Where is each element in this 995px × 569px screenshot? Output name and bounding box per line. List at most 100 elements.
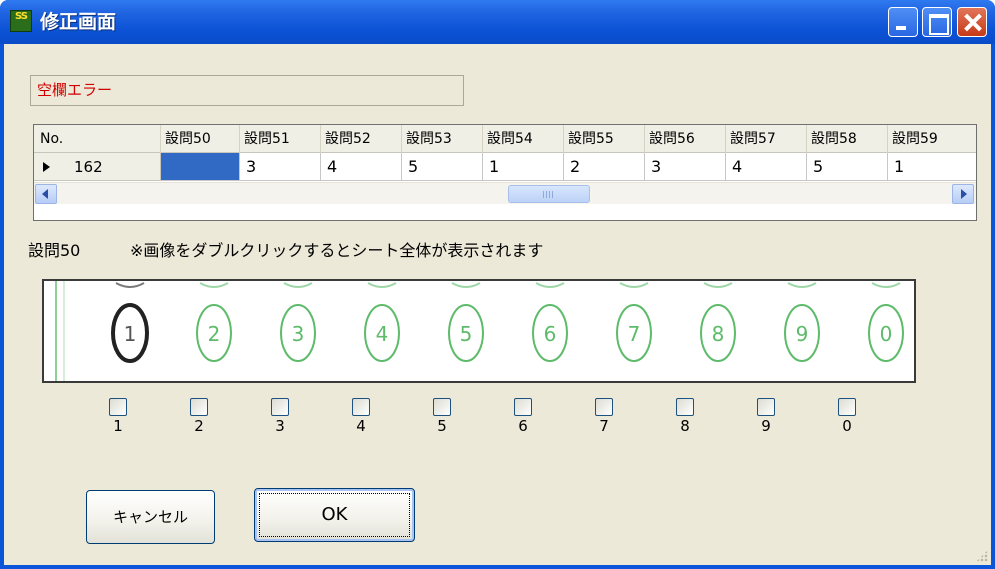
grid-cell[interactable] [161,153,240,181]
answer-checkbox[interactable]: 5 [431,398,455,442]
checkbox-label: 7 [599,417,609,435]
minimize-icon[interactable] [888,7,918,37]
checkbox-box[interactable] [595,398,613,416]
grid-column-header[interactable]: 設問56 [645,125,726,153]
bubble-arc [367,282,397,288]
grid-column-header[interactable]: 設問50 [161,125,240,153]
scroll-right-button[interactable] [952,184,974,204]
bubble-arc [115,282,145,288]
maximize-icon[interactable] [922,7,952,37]
arrow-right-icon [961,189,967,199]
checkbox-box[interactable] [352,398,370,416]
answer-checkbox[interactable]: 8 [674,398,698,442]
answer-checkbox[interactable]: 0 [836,398,860,442]
grid-cell[interactable]: 1 [888,153,976,181]
checkbox-box[interactable] [676,398,694,416]
grid-column-header[interactable]: 設問52 [321,125,402,153]
bubble-arc [199,282,229,288]
bubble-digit: 5 [460,322,473,346]
grid-cell[interactable]: 5 [807,153,888,181]
bubble-arc [535,282,565,288]
title-bar[interactable]: SS 修正画面 [0,0,995,44]
checkbox-label: 4 [356,417,366,435]
bubble-arc [787,282,817,288]
bubble-arc [703,282,733,288]
grid-column-header[interactable]: 設問51 [240,125,321,153]
checkbox-label: 2 [194,417,204,435]
question-label: 設問50 [28,241,81,260]
checkbox-box[interactable] [514,398,532,416]
bubble-digit: 8 [712,322,725,346]
bubble-digit: 1 [124,322,137,346]
bubble-arc [451,282,481,288]
grid-cell[interactable]: 4 [726,153,807,181]
grid-cell[interactable]: 4 [321,153,402,181]
grip-icon [543,191,555,198]
cancel-button[interactable]: キャンセル [86,490,215,544]
grid-cell[interactable]: 3 [645,153,726,181]
arrow-left-icon [42,189,48,199]
dialog-window: SS 修正画面 空欄エラー No. 設問50 設問51 設問52 設問53 設問… [0,0,995,569]
row-header[interactable]: 162 [34,153,161,181]
checkbox-label: 1 [113,417,123,435]
bubble-digit: 6 [544,322,557,346]
bubble-digit: 7 [628,322,641,346]
grid-column-header[interactable]: 設問54 [483,125,564,153]
bubble-arc [871,282,901,288]
bubble-digit: 0 [880,322,893,346]
answer-checkbox[interactable]: 3 [269,398,293,442]
focus-rectangle [259,493,410,537]
answer-sheet-image[interactable]: 1 2 3 4 5 6 7 8 9 0 [42,279,916,383]
answer-checkbox[interactable]: 7 [593,398,617,442]
grid-column-header[interactable]: 設問59 [888,125,976,153]
checkbox-box[interactable] [433,398,451,416]
grid-header-no: No. [34,125,161,153]
grid-column-header[interactable]: 設問53 [402,125,483,153]
grid-cell[interactable]: 2 [564,153,645,181]
grid-cell[interactable]: 1 [483,153,564,181]
bubble-digit: 4 [376,322,389,346]
answer-sheet-bubbles: 1 2 3 4 5 6 7 8 9 0 [55,281,904,381]
grid-cell[interactable]: 3 [240,153,321,181]
table-row[interactable]: 162 3 4 5 1 2 3 4 5 1 [34,153,976,181]
checkbox-label: 3 [275,417,285,435]
bubble-arc [619,282,649,288]
grid-column-header[interactable]: 設問58 [807,125,888,153]
checkbox-box[interactable] [757,398,775,416]
checkbox-box[interactable] [190,398,208,416]
close-icon[interactable] [957,7,987,37]
row-number: 162 [74,158,103,176]
grid-column-header[interactable]: 設問57 [726,125,807,153]
resize-grip-icon[interactable] [976,550,988,562]
scroll-thumb[interactable] [508,185,590,203]
checkbox-box[interactable] [838,398,856,416]
checkbox-box[interactable] [109,398,127,416]
bubble-digit: 9 [796,322,809,346]
checkbox-label: 8 [680,417,690,435]
answer-checkbox[interactable]: 1 [107,398,131,442]
answer-checkbox[interactable]: 4 [350,398,374,442]
bubble-digit: 2 [208,322,221,346]
checkbox-label: 0 [842,417,852,435]
bubble-digit: 3 [292,322,305,346]
checkbox-label: 5 [437,417,447,435]
horizontal-scrollbar[interactable] [34,182,976,204]
checkbox-label: 6 [518,417,528,435]
checkbox-box[interactable] [271,398,289,416]
window-title: 修正画面 [40,11,117,33]
answer-checkbox[interactable]: 9 [755,398,779,442]
grid-header-row: No. 設問50 設問51 設問52 設問53 設問54 設問55 設問56 設… [34,125,976,153]
checkbox-label: 9 [761,417,771,435]
answer-grid[interactable]: No. 設問50 設問51 設問52 設問53 設問54 設問55 設問56 設… [33,124,977,221]
ok-button[interactable]: OK [254,488,415,542]
dialog-client-area: 空欄エラー No. 設問50 設問51 設問52 設問53 設問54 設問55 … [4,44,991,565]
grid-column-header[interactable]: 設問55 [564,125,645,153]
answer-checkbox[interactable]: 6 [512,398,536,442]
answer-checkbox[interactable]: 2 [188,398,212,442]
bubble-arc [283,282,313,288]
app-icon: SS [10,10,32,32]
error-message: 空欄エラー [30,75,464,106]
question-note: ※画像をダブルクリックするとシート全体が表示されます [130,241,544,260]
scroll-left-button[interactable] [35,184,57,204]
grid-cell[interactable]: 5 [402,153,483,181]
